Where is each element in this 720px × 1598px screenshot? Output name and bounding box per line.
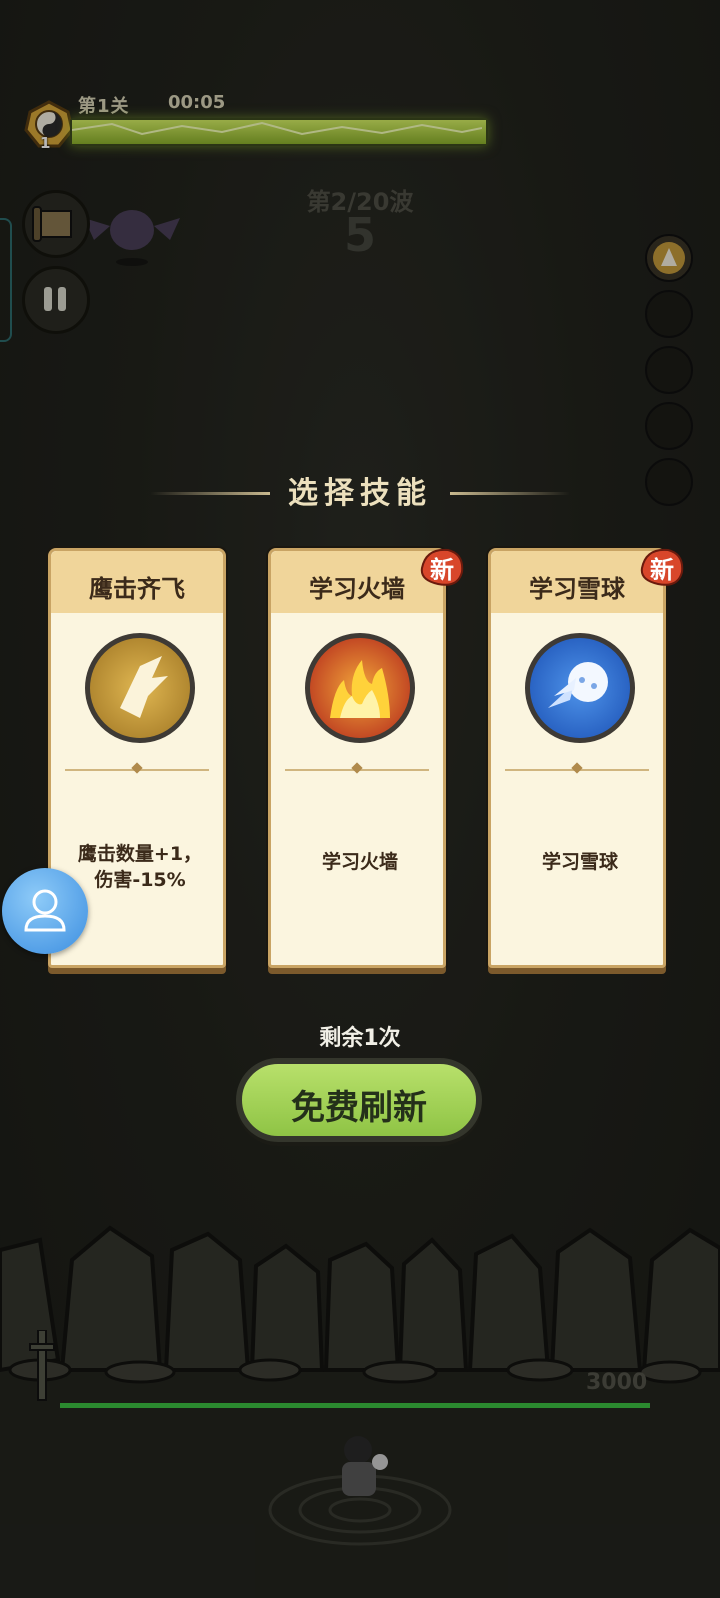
card-description: 学习雪球 <box>501 849 659 875</box>
user-icon <box>24 889 66 932</box>
skill-select-title: 选择技能 <box>288 476 432 511</box>
new-badge-label: 新 <box>650 556 674 584</box>
card-divider-diamond <box>131 762 143 774</box>
wall-hp-bar <box>60 1403 650 1408</box>
card-desc-line1: 学习火墙 <box>321 851 398 873</box>
wall-hp: 3000 <box>586 1370 648 1395</box>
card-title: 鹰击齐飞 <box>89 575 185 603</box>
skill-card-snowball[interactable]: 学习雪球 学习雪球 <box>488 548 666 968</box>
free-refresh-label: 免费刷新 <box>291 1088 427 1128</box>
eagle-icon <box>85 633 195 743</box>
floating-avatar-button[interactable] <box>2 868 88 954</box>
card-description: 学习火墙 <box>281 849 439 875</box>
skill-card-firewall[interactable]: 学习火墙 学习火墙 <box>268 548 446 968</box>
card-divider-diamond <box>351 762 363 774</box>
new-badge: 新 <box>418 544 466 588</box>
new-badge-label: 新 <box>430 556 454 584</box>
refresh-remaining: 剩余1次 <box>319 1026 401 1051</box>
free-refresh-button[interactable]: 免费刷新 <box>236 1058 482 1142</box>
new-badge: 新 <box>638 544 686 588</box>
card-desc-line1: 学习雪球 <box>541 851 618 873</box>
game-screen: 第1关 00:05 1 第2/20波 5 选择技能 鹰击齐飞 鹰击数量+1， 伤… <box>0 0 720 1598</box>
card-desc-line1: 鹰击数量+1， <box>77 843 203 865</box>
fire-icon <box>305 633 415 743</box>
snowball-icon <box>525 633 635 743</box>
card-divider-diamond <box>571 762 583 774</box>
